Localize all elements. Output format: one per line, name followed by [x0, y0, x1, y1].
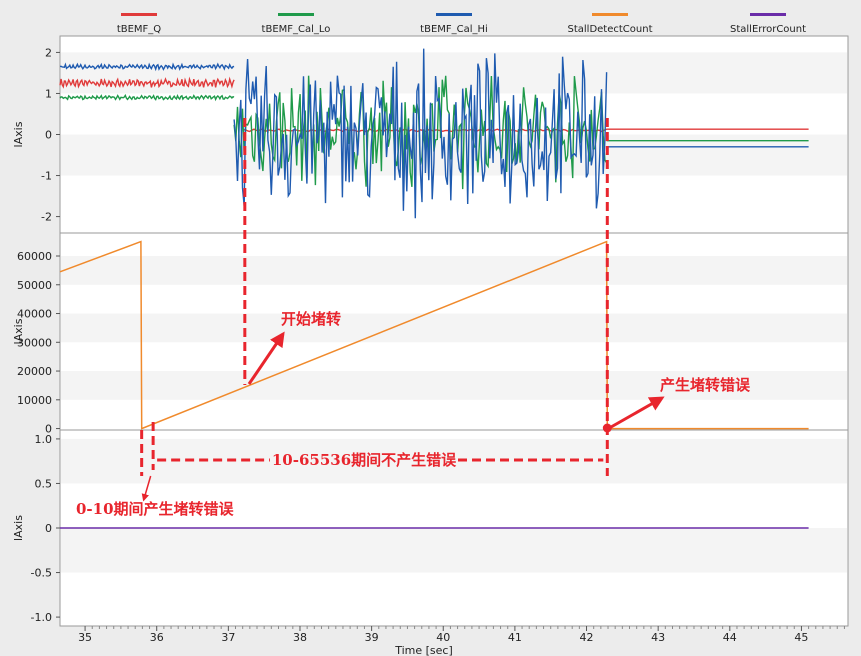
y-axis-label: lAxis: [12, 515, 25, 541]
x-axis-label: Time [sec]: [394, 644, 453, 656]
error-point: [602, 423, 612, 433]
legend-label: StallDetectCount: [568, 24, 653, 35]
annotation-label: 产生堵转错误: [660, 376, 751, 394]
y-tick-label: 60000: [17, 250, 52, 263]
annotation-label: 开始堵转: [281, 310, 341, 328]
legend-swatch: [592, 13, 628, 16]
x-tick-label: 40: [436, 631, 450, 644]
legend-label: tBEMF_Cal_Lo: [262, 24, 331, 35]
y-tick-label: 2: [45, 46, 52, 59]
legend-label: tBEMF_Q: [117, 24, 161, 35]
y-tick-label: -1.0: [31, 611, 52, 624]
legend-swatch: [121, 13, 157, 16]
plot-panel: 6000050000400003000020000100000lAxis: [12, 232, 849, 436]
y-tick-label: 0: [45, 522, 52, 535]
legend: tBEMF_Q tBEMF_Cal_Lo tBEMF_Cal_Hi StallDete…: [117, 13, 806, 35]
y-tick-label: -1: [41, 170, 52, 183]
x-tick-label: 45: [794, 631, 808, 644]
annotation-label: 0-10期间产生堵转错误: [76, 500, 235, 518]
grid-band: [61, 528, 847, 573]
legend-swatch: [278, 13, 314, 16]
y-tick-label: -0.5: [31, 567, 52, 580]
grid-band: [61, 256, 847, 285]
grid-band: [61, 52, 847, 94]
y-tick-label: 10000: [17, 394, 52, 407]
x-tick-label: 43: [651, 631, 665, 644]
y-tick-label: -2: [41, 211, 52, 224]
x-tick-label: 39: [365, 631, 379, 644]
y-tick-label: 0.5: [35, 477, 53, 490]
x-tick-label: 38: [293, 631, 307, 644]
x-tick-label: 36: [150, 631, 164, 644]
y-axis-label: lAxis: [12, 121, 25, 147]
chart-root: tBEMF_Q tBEMF_Cal_Lo tBEMF_Cal_Hi StallDete…: [0, 0, 861, 656]
y-tick-label: 1: [45, 87, 52, 100]
legend-swatch: [436, 13, 472, 16]
y-tick-label: 50000: [17, 279, 52, 292]
plot-panel: 2 1 0 -1 -2 lAxis: [12, 35, 849, 234]
legend-label: tBEMF_Cal_Hi: [420, 24, 488, 35]
x-tick-label: 41: [508, 631, 522, 644]
chart-svg: tBEMF_Q tBEMF_Cal_Lo tBEMF_Cal_Hi StallDete…: [12, 13, 849, 656]
annotation-label: 10-65536期间不产生错误: [272, 451, 457, 469]
y-tick-label: 0: [45, 129, 52, 142]
y-axis-label: lAxis: [12, 318, 25, 344]
legend-label: StallErrorCount: [730, 24, 806, 35]
y-tick-label: 20000: [17, 365, 52, 378]
x-tick-label: 35: [78, 631, 92, 644]
x-tick-label: 37: [221, 631, 235, 644]
x-axis: 35 36 37 38 39 40 41 42 43 44 45 Time [sec]: [78, 626, 845, 656]
legend-swatch: [750, 13, 786, 16]
grid-band: [61, 313, 847, 343]
x-tick-label: 42: [580, 631, 594, 644]
y-tick-label: 1.0: [35, 433, 53, 446]
plot-panels: 210-1-2lAxis6000050000400003000020000100…: [12, 35, 849, 627]
x-tick-label: 44: [723, 631, 737, 644]
